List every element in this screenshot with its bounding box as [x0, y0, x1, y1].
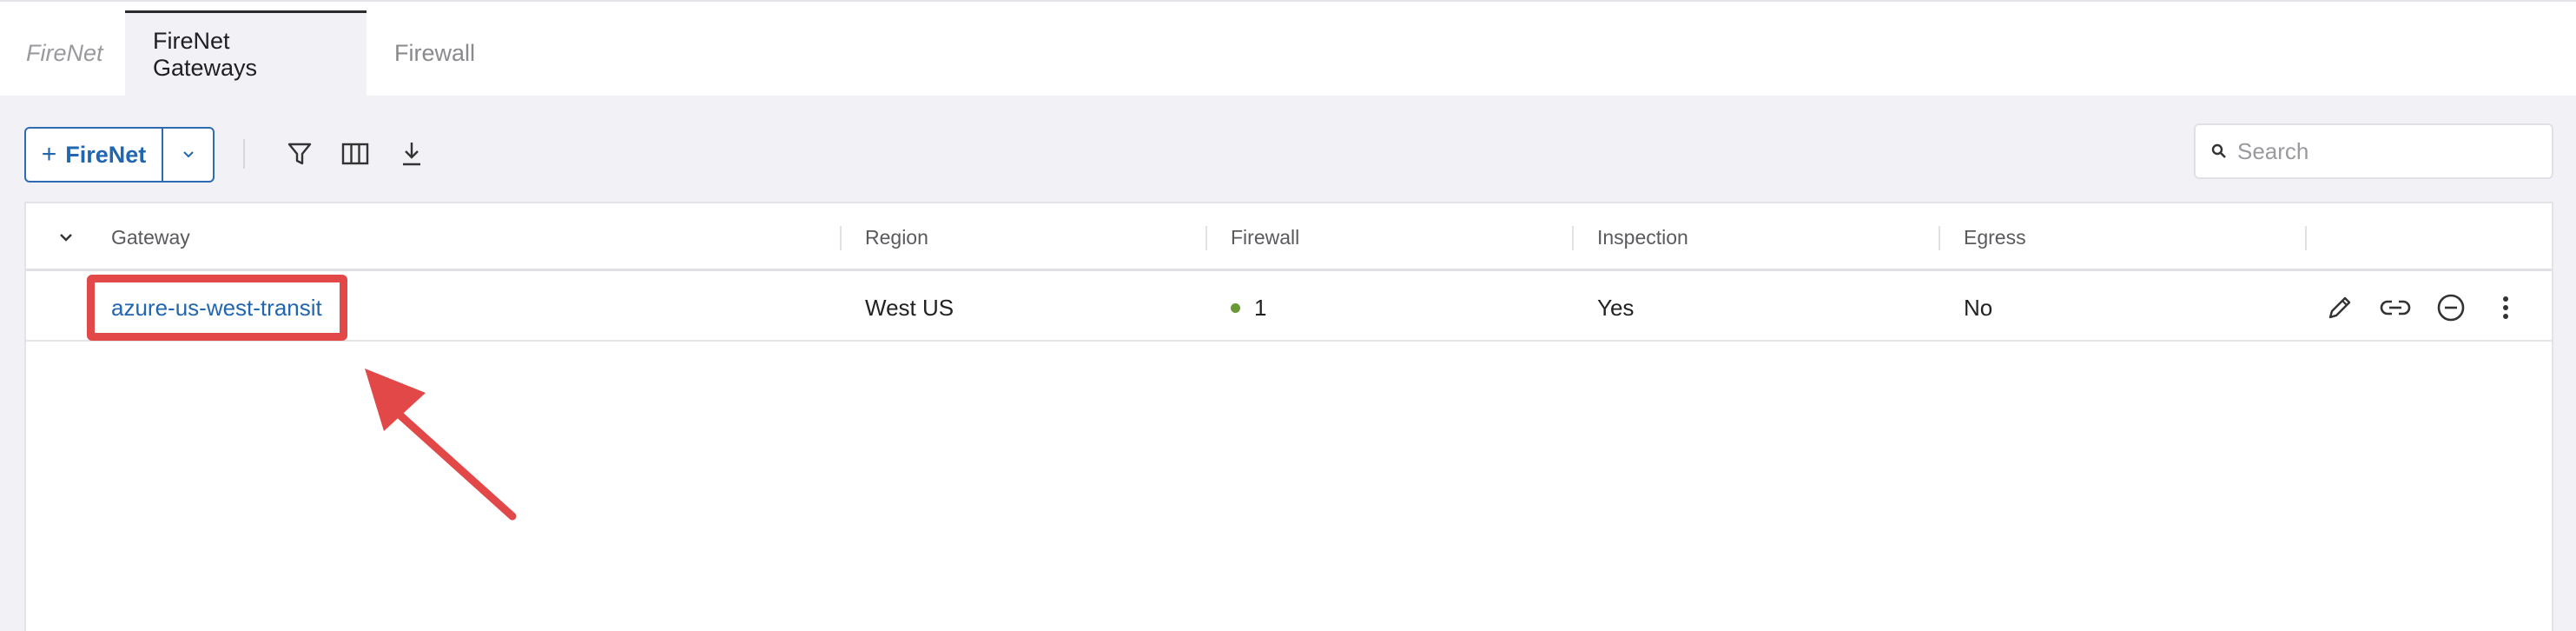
add-options-dropdown-button[interactable] — [162, 129, 213, 181]
column-header-inspection[interactable]: Inspection — [1597, 203, 1688, 271]
remove-icon[interactable] — [2434, 291, 2467, 324]
columns-icon[interactable] — [340, 139, 370, 169]
column-header-region[interactable]: Region — [865, 203, 928, 271]
chevron-down-icon — [60, 234, 72, 242]
add-firenet-split-button: + FireNet — [24, 127, 215, 183]
firewall-cell: 1 — [1231, 274, 1266, 342]
toolbar-divider — [243, 139, 245, 169]
column-header-firewall[interactable]: Firewall — [1231, 203, 1299, 271]
tab-bar: FireNet FireNet Gateways Firewall — [0, 10, 504, 96]
status-dot-icon — [1231, 302, 1240, 313]
search-icon — [2211, 143, 2226, 158]
column-divider — [1939, 226, 1940, 250]
column-header-gateway[interactable]: Gateway — [111, 203, 190, 271]
column-divider — [840, 226, 842, 250]
tab-firewall[interactable]: Firewall — [367, 10, 504, 96]
inspection-cell: Yes — [1597, 294, 1635, 321]
plus-icon: + — [41, 140, 57, 169]
edit-icon[interactable] — [2323, 291, 2356, 324]
add-firenet-button[interactable]: + FireNet — [26, 129, 162, 181]
region-cell: West US — [865, 294, 954, 321]
annotation-highlight-box — [87, 275, 347, 341]
download-icon[interactable] — [397, 139, 426, 169]
filter-icon[interactable] — [285, 139, 314, 169]
tab-firenet[interactable]: FireNet — [0, 10, 125, 96]
chevron-down-icon — [182, 151, 194, 158]
tab-firenet-gateways[interactable]: FireNet Gateways — [125, 10, 367, 96]
more-vertical-icon[interactable] — [2489, 291, 2522, 324]
column-divider — [2305, 226, 2307, 250]
column-divider — [1572, 226, 1574, 250]
column-header-egress[interactable]: Egress — [1964, 203, 2026, 271]
add-firenet-label: FireNet — [65, 141, 147, 168]
column-divider — [1205, 226, 1207, 250]
table-header: Gateway Region Firewall Inspection Egres… — [26, 203, 2552, 271]
firewall-count: 1 — [1254, 294, 1267, 321]
table-row[interactable]: azure-us-west-transit West US 1 Yes No — [26, 274, 2552, 342]
search-field[interactable] — [2194, 123, 2553, 179]
search-input[interactable] — [2237, 137, 2533, 165]
gateways-table: Gateway Region Firewall Inspection Egres… — [24, 202, 2553, 631]
expand-all-toggle[interactable] — [57, 203, 75, 271]
link-icon[interactable] — [2379, 291, 2412, 324]
egress-cell: No — [1964, 294, 1993, 321]
